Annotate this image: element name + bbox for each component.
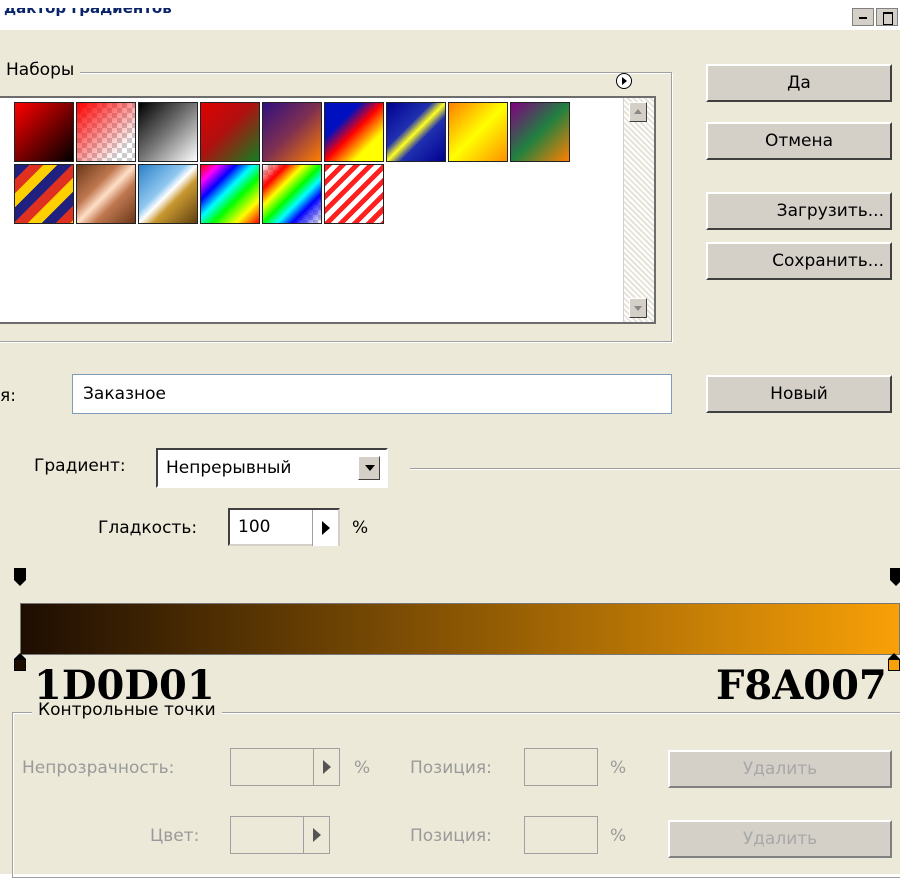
- gradient-type-separator: [410, 468, 900, 470]
- preset-swatch-violet-orange[interactable]: [262, 102, 322, 162]
- preset-swatch-copper[interactable]: [76, 164, 136, 224]
- color-picker-icon[interactable]: [303, 817, 329, 853]
- name-label: я:: [0, 386, 16, 406]
- preset-swatch-black-white[interactable]: [138, 102, 198, 162]
- scroll-up-icon[interactable]: [629, 102, 647, 122]
- opacity-stepper-icon[interactable]: [313, 749, 339, 785]
- smoothness-label: Гладкость:: [98, 518, 198, 538]
- color-stop-right[interactable]: [888, 653, 900, 671]
- color-position-label: Позиция:: [410, 826, 492, 846]
- scroll-down-icon[interactable]: [629, 298, 647, 318]
- window-title: дактор градиентов: [4, 8, 172, 17]
- preset-swatch-transparent-stripes[interactable]: [14, 164, 74, 224]
- presets-menu-icon[interactable]: [616, 73, 632, 89]
- color-position-unit: %: [610, 826, 627, 846]
- opacity-unit: %: [354, 758, 371, 778]
- end-color-hex-label: F8A007: [716, 662, 887, 709]
- presets-label: Наборы: [0, 60, 81, 80]
- delete-color-stop-button[interactable]: Удалить: [668, 820, 892, 858]
- gradient-editor-dialog: дактор градиентов Наборы Да Отмена Загру…: [0, 8, 900, 878]
- minimize-icon[interactable]: [852, 8, 874, 26]
- gradient-type-select[interactable]: Непрерывный: [156, 448, 388, 488]
- cancel-button[interactable]: Отмена: [706, 122, 892, 160]
- stops-group-label: Контрольные точки: [32, 700, 222, 720]
- presets-scrollbar[interactable]: [623, 98, 654, 322]
- opacity-input[interactable]: [230, 748, 340, 786]
- smoothness-unit: %: [352, 518, 369, 538]
- save-button[interactable]: Сохранить...: [706, 242, 892, 280]
- load-button[interactable]: Загрузить...: [706, 192, 892, 230]
- gradient-type-value: Непрерывный: [166, 458, 292, 478]
- opacity-position-label: Позиция:: [410, 758, 492, 778]
- presets-swatch-area: [0, 96, 656, 324]
- preset-swatch-red-black[interactable]: [14, 102, 74, 162]
- ok-button[interactable]: Да: [706, 64, 892, 102]
- new-button[interactable]: Новый: [706, 375, 892, 413]
- name-input[interactable]: Заказное: [72, 374, 672, 414]
- preset-swatch-red-transparent[interactable]: [76, 102, 136, 162]
- color-input[interactable]: [230, 816, 330, 854]
- preset-swatch-transparent-rainbow[interactable]: [262, 164, 322, 224]
- opacity-position-unit: %: [610, 758, 627, 778]
- gradient-preview-bar[interactable]: [20, 603, 900, 655]
- opacity-stop-right[interactable]: [890, 568, 900, 586]
- smoothness-value: 100: [238, 517, 271, 537]
- color-position-input[interactable]: [524, 816, 598, 854]
- title-bar: дактор градиентов: [0, 8, 900, 30]
- chevron-down-icon[interactable]: [358, 456, 380, 480]
- preset-swatch-spectrum[interactable]: [200, 164, 260, 224]
- opacity-position-input[interactable]: [524, 748, 598, 786]
- color-stop-left[interactable]: [14, 653, 26, 671]
- preset-swatch-blue-yellow-blue[interactable]: [386, 102, 446, 162]
- opacity-stop-left[interactable]: [14, 568, 26, 586]
- maximize-icon[interactable]: [876, 8, 898, 26]
- preset-swatch-blue-red-yellow[interactable]: [324, 102, 384, 162]
- color-label: Цвет:: [150, 826, 200, 846]
- smoothness-input[interactable]: 100: [228, 508, 340, 546]
- preset-swatch-violet-green-orange[interactable]: [510, 102, 570, 162]
- opacity-label: Непрозрачность:: [22, 758, 175, 778]
- preset-swatch-chrome[interactable]: [138, 164, 198, 224]
- preset-swatch-red-green[interactable]: [200, 102, 260, 162]
- delete-opacity-stop-button[interactable]: Удалить: [668, 750, 892, 788]
- preset-swatch-transparent-stripes-red[interactable]: [324, 164, 384, 224]
- smoothness-stepper-icon[interactable]: [312, 510, 338, 546]
- gradient-type-label: Градиент:: [34, 456, 126, 476]
- preset-swatch-orange-yellow-orange[interactable]: [448, 102, 508, 162]
